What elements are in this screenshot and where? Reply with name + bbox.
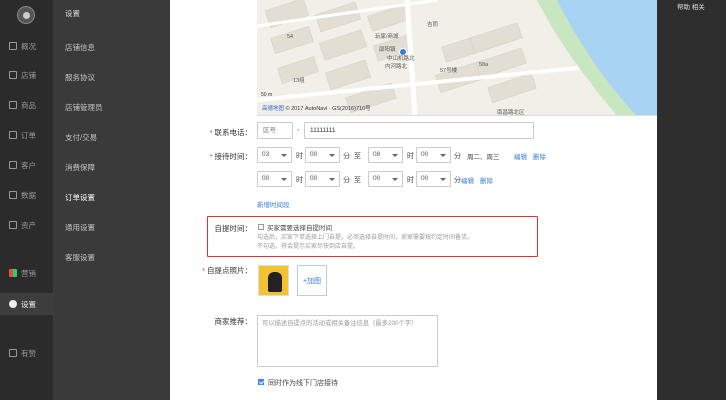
- nav-item-brand[interactable]: 有赞: [0, 342, 53, 364]
- nav-item-customers[interactable]: 客户: [0, 154, 53, 176]
- map-credit: 高德地图 © 2017 AutoNavi · GS(2016)710号: [262, 106, 371, 112]
- map-label: 南昌路北区: [497, 110, 525, 116]
- start-hour-select[interactable]: 03: [257, 147, 292, 163]
- chart-icon: [9, 191, 17, 199]
- asset-icon: [9, 221, 17, 229]
- help-links[interactable]: 帮助 相关: [677, 1, 705, 11]
- phone-dash: -: [297, 127, 300, 134]
- photos-label: * 自提点照片：: [202, 266, 252, 275]
- start-hour-select[interactable]: 00: [257, 171, 292, 187]
- order-icon: [9, 131, 17, 139]
- store-icon: [9, 71, 17, 79]
- subnav-item-store-info[interactable]: 店铺信息: [65, 42, 95, 53]
- subnav-item-guarantee[interactable]: 消费保障: [65, 162, 95, 173]
- phone-label: * 联系电话：: [209, 128, 252, 137]
- map-label: 邵阳镇: [379, 47, 396, 53]
- map-label: 中山机路北: [387, 56, 415, 62]
- hour-unit: 时: [296, 153, 303, 160]
- subnav-item-payment[interactable]: 支付/交易: [65, 132, 97, 143]
- map-label: 玩家/商城: [375, 34, 399, 40]
- end-hour-select[interactable]: 00: [368, 171, 403, 187]
- user-icon: [9, 161, 17, 169]
- hours-label: * 接待时间：: [209, 152, 252, 161]
- map-provider-link[interactable]: 高德地图: [262, 106, 284, 112]
- gear-icon: [9, 300, 17, 308]
- phone-number-input[interactable]: 11111111: [304, 122, 534, 139]
- primary-nav: 概况 店铺 商品 订单 客户 数据 资产 营销 设置 有赞: [0, 0, 53, 400]
- add-photo-button[interactable]: +加图: [297, 265, 327, 296]
- edit-hours-link[interactable]: 编辑: [461, 175, 474, 185]
- recommend-textarea[interactable]: 可以描述自提点的活动或相关备注信息（最多200个字）: [257, 315, 438, 367]
- nav-item-data[interactable]: 数据: [0, 184, 53, 206]
- shop-avatar[interactable]: [17, 6, 35, 24]
- map-graphic: [257, 0, 657, 115]
- nav-item-overview[interactable]: 概况: [0, 35, 53, 57]
- subnav-item-admins[interactable]: 店铺管理员: [65, 102, 103, 113]
- nav-item-store[interactable]: 店铺: [0, 64, 53, 86]
- map-label: 54: [287, 34, 294, 40]
- map-label: 内河路北: [385, 64, 408, 70]
- subnav-item-general[interactable]: 通用设置: [65, 222, 95, 233]
- end-minute-select[interactable]: 00: [416, 147, 451, 163]
- to-separator: 至: [354, 153, 361, 160]
- apps-icon: [9, 269, 17, 277]
- map-label: 吉而: [427, 22, 439, 28]
- app-root: 概况 店铺 商品 订单 客户 数据 资产 营销 设置 有赞 设置 店铺信息 服务…: [0, 0, 726, 400]
- subnav-item-service[interactable]: 客服设置: [65, 252, 95, 263]
- right-overlay: 帮助 相关: [657, 0, 726, 400]
- person-figure-icon: [268, 272, 282, 292]
- nav-item-settings[interactable]: 设置: [0, 293, 53, 315]
- map-label: 13组: [293, 78, 305, 84]
- also-store-checkbox[interactable]: [258, 379, 264, 385]
- map-label: 57号楼: [440, 68, 458, 74]
- location-map[interactable]: 吉而 54 玩家/商城 邵阳镇 中山机路北 内河路北 13组 57号楼 南昌路北…: [257, 0, 657, 116]
- start-minute-select[interactable]: 00: [305, 171, 340, 187]
- start-minute-select[interactable]: 00: [305, 147, 340, 163]
- delete-hours-link[interactable]: 删除: [480, 175, 493, 185]
- subnav-item-order-settings[interactable]: 订单设置: [65, 192, 95, 203]
- tag-icon: [9, 101, 17, 109]
- map-scale: 50 m: [261, 92, 273, 98]
- nav-item-assets[interactable]: 资产: [0, 214, 53, 236]
- nav-item-orders[interactable]: 订单: [0, 124, 53, 146]
- subnav-item-agreement[interactable]: 服务协议: [65, 72, 95, 83]
- dashboard-icon: [9, 42, 17, 50]
- minute-unit: 分: [454, 177, 461, 184]
- annotation-highlight-box: [207, 216, 538, 257]
- hour-unit: 时: [296, 177, 303, 184]
- to-separator: 至: [354, 177, 361, 184]
- also-store-label[interactable]: 同时作为线下门店接待: [268, 378, 338, 388]
- nav-item-goods[interactable]: 商品: [0, 94, 53, 116]
- edit-hours-link[interactable]: 编辑: [514, 151, 527, 161]
- hour-unit: 时: [407, 177, 414, 184]
- brand-icon: [9, 349, 17, 357]
- days-text: 周二、周三: [467, 154, 500, 161]
- end-minute-select[interactable]: 00: [416, 171, 451, 187]
- subnav-title: 设置: [65, 9, 80, 18]
- minute-unit: 分: [454, 153, 461, 160]
- delete-hours-link[interactable]: 删除: [533, 151, 546, 161]
- add-time-slot-link[interactable]: 新增时间段: [257, 199, 290, 209]
- pickup-photo-thumbnail[interactable]: [258, 265, 289, 296]
- minute-unit: 分: [343, 153, 350, 160]
- end-hour-select[interactable]: 08: [368, 147, 403, 163]
- settings-subnav: 设置 店铺信息 服务协议 店铺管理员 支付/交易 消费保障 订单设置 通用设置 …: [53, 0, 170, 400]
- nav-item-marketing[interactable]: 营销: [0, 262, 53, 284]
- phone-area-code-input[interactable]: 区号: [257, 122, 293, 139]
- map-label: 58a: [479, 62, 489, 68]
- minute-unit: 分: [343, 177, 350, 184]
- recommend-label: 商家推荐：: [214, 317, 253, 326]
- hour-unit: 时: [407, 153, 414, 160]
